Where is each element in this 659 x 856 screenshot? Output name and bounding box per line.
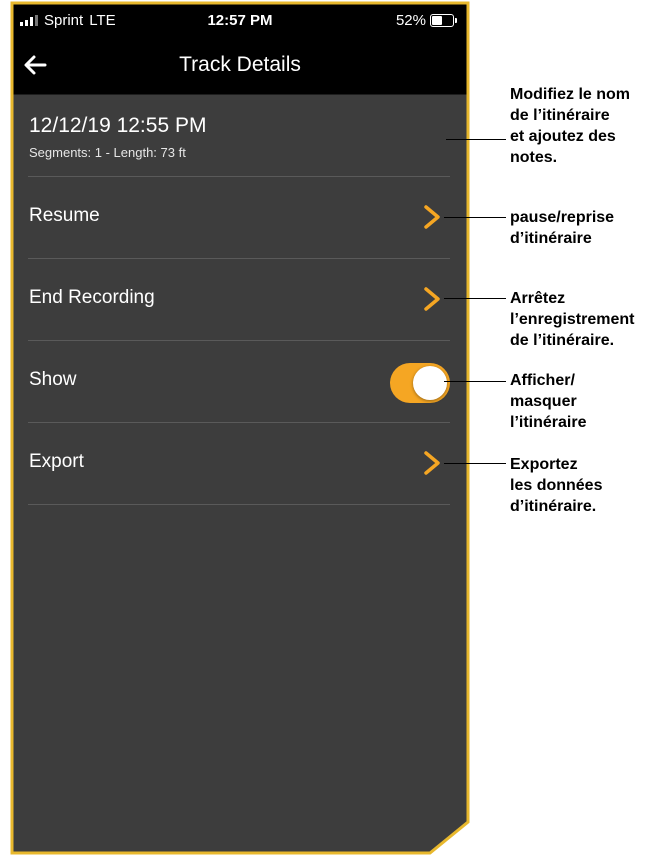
callout-line: Modifiez le nom: [510, 86, 630, 103]
page-title: Track Details: [179, 53, 301, 76]
status-bar: Sprint LTE 12:57 PM 52%: [12, 6, 468, 36]
callout-leader-show: [444, 381, 506, 382]
callout-line: Arrêtez: [510, 290, 566, 307]
track-name-row[interactable]: 12/12/19 12:55 PM Segments: 1 - Length: …: [28, 94, 450, 177]
chevron-right-icon[interactable]: [422, 450, 442, 476]
battery-icon: [430, 14, 457, 27]
callout-line: les données: [510, 477, 603, 494]
battery-percent: 52%: [395, 12, 426, 29]
callout-line: l’enregistrement: [510, 311, 635, 328]
callout-line: Afficher/: [510, 372, 575, 389]
callout-line: notes.: [510, 149, 558, 166]
callout-line: de l’itinéraire.: [510, 332, 615, 349]
end-recording-label: End Recording: [29, 287, 155, 308]
callout-resume: pause/reprise d’itinéraire: [510, 207, 614, 249]
track-name: 12/12/19 12:55 PM: [29, 114, 207, 137]
callout-line: de l’itinéraire: [510, 107, 610, 124]
chevron-right-icon[interactable]: [422, 286, 442, 312]
callout-leader-resume: [444, 217, 506, 218]
export-row[interactable]: Export: [28, 423, 450, 505]
export-label: Export: [29, 451, 84, 472]
callout-line: l’itinéraire: [510, 414, 587, 431]
callout-line: et ajoutez des: [510, 128, 616, 145]
callout-line: d’itinéraire: [510, 230, 592, 247]
toggle-knob: [413, 366, 447, 400]
show-toggle[interactable]: [390, 363, 450, 403]
callout-leader-end: [444, 298, 506, 299]
track-meta: Segments: 1 - Length: 73 ft: [29, 145, 186, 160]
status-right: 52%: [395, 12, 457, 29]
callout-leader-edit: [446, 139, 506, 140]
callout-edit: Modifiez le nom de l’itinéraire et ajout…: [510, 84, 630, 168]
resume-label: Resume: [29, 205, 100, 226]
track-details-list: 12/12/19 12:55 PM Segments: 1 - Length: …: [12, 94, 468, 505]
callout-line: d’itinéraire.: [510, 498, 597, 515]
callout-line: Exportez: [510, 456, 578, 473]
callout-end: Arrêtez l’enregistrement de l’itinéraire…: [510, 288, 634, 351]
resume-row[interactable]: Resume: [28, 177, 450, 259]
show-row: Show: [28, 341, 450, 423]
callout-line: masquer: [510, 393, 577, 410]
callout-export: Exportez les données d’itinéraire.: [510, 454, 602, 517]
nav-bar: Track Details: [12, 36, 468, 94]
callout-show: Afficher/ masquer l’itinéraire: [510, 370, 586, 433]
callout-leader-export: [444, 463, 506, 464]
chevron-right-icon[interactable]: [422, 204, 442, 230]
end-recording-row[interactable]: End Recording: [28, 259, 450, 341]
show-label: Show: [29, 369, 77, 390]
callout-line: pause/reprise: [510, 209, 615, 226]
